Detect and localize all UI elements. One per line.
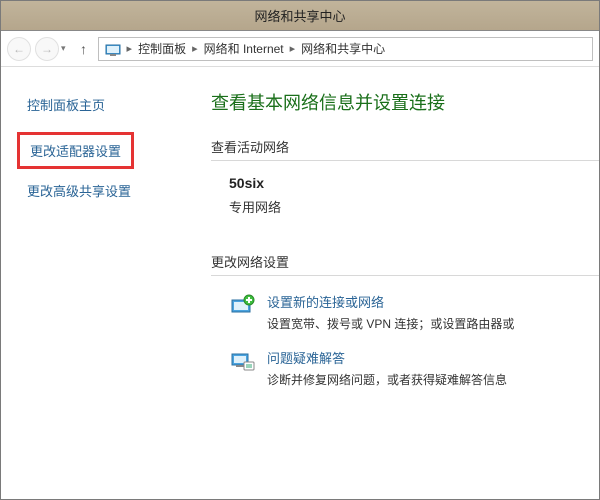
change-settings-heading: 更改网络设置 bbox=[211, 252, 599, 276]
breadcrumb-network-internet[interactable]: 网络和 Internet bbox=[204, 40, 284, 57]
body: 控制面板主页 更改适配器设置 更改高级共享设置 查看基本网络信息并设置连接 查看… bbox=[1, 67, 599, 499]
troubleshoot-icon bbox=[229, 348, 257, 376]
back-button[interactable]: ← bbox=[7, 37, 31, 61]
arrow-right-icon: → bbox=[41, 42, 53, 56]
network-type: 专用网络 bbox=[229, 197, 599, 216]
new-connection-link[interactable]: 设置新的连接或网络 bbox=[267, 292, 514, 311]
sidebar-control-panel-home[interactable]: 控制面板主页 bbox=[27, 95, 105, 114]
breadcrumb-sharing-center[interactable]: 网络和共享中心 bbox=[301, 40, 385, 57]
chevron-right-icon: ▸ bbox=[127, 42, 133, 55]
new-connection-icon bbox=[229, 292, 257, 320]
titlebar: 网络和共享中心 bbox=[1, 1, 599, 31]
forward-button[interactable]: → bbox=[35, 37, 59, 61]
active-network: 50six 专用网络 bbox=[229, 175, 599, 216]
settings-item-new-connection: 设置新的连接或网络 设置宽带、拨号或 VPN 连接；或设置路由器或 bbox=[229, 292, 599, 332]
arrow-left-icon: ← bbox=[13, 42, 25, 56]
address-bar[interactable]: ▸ 控制面板 ▸ 网络和 Internet ▸ 网络和共享中心 bbox=[98, 37, 593, 61]
troubleshoot-desc: 诊断并修复网络问题，或者获得疑难解答信息 bbox=[267, 371, 507, 388]
page-heading: 查看基本网络信息并设置连接 bbox=[211, 89, 599, 115]
new-connection-desc: 设置宽带、拨号或 VPN 连接；或设置路由器或 bbox=[267, 315, 514, 332]
chevron-right-icon: ▸ bbox=[192, 42, 198, 55]
active-networks-heading: 查看活动网络 bbox=[211, 137, 599, 161]
window-title: 网络和共享中心 bbox=[254, 6, 345, 25]
troubleshoot-link[interactable]: 问题疑难解答 bbox=[267, 348, 507, 367]
sidebar-advanced-sharing-settings[interactable]: 更改高级共享设置 bbox=[27, 181, 131, 200]
content: 查看基本网络信息并设置连接 查看活动网络 50six 专用网络 更改网络设置 设… bbox=[211, 67, 599, 499]
up-button[interactable]: ↑ bbox=[74, 39, 94, 59]
history-dropdown-icon[interactable]: ▾ bbox=[61, 43, 66, 54]
chevron-right-icon: ▸ bbox=[290, 42, 296, 55]
breadcrumb-control-panel[interactable]: 控制面板 bbox=[138, 40, 186, 57]
sidebar-change-adapter-settings[interactable]: 更改适配器设置 bbox=[17, 132, 134, 169]
control-panel-icon bbox=[105, 41, 121, 57]
network-name: 50six bbox=[229, 175, 599, 191]
arrow-up-icon: ↑ bbox=[80, 41, 87, 57]
sidebar: 控制面板主页 更改适配器设置 更改高级共享设置 bbox=[1, 67, 211, 499]
navbar: ← → ▾ ↑ ▸ 控制面板 ▸ 网络和 Internet ▸ 网络和共享中心 bbox=[1, 31, 599, 67]
settings-item-troubleshoot: 问题疑难解答 诊断并修复网络问题，或者获得疑难解答信息 bbox=[229, 348, 599, 388]
